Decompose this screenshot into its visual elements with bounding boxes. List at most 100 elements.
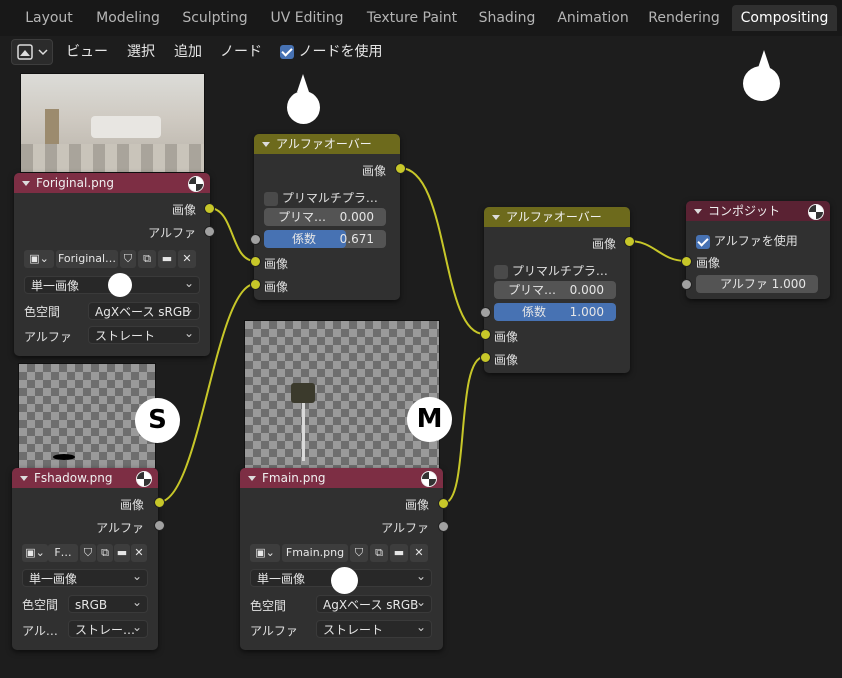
factor-label: 係数 [292, 232, 317, 246]
collapse-icon[interactable] [22, 181, 30, 186]
callout-dot [108, 273, 132, 297]
image-browse-icon[interactable]: ▣⌄ [250, 544, 280, 562]
shadow-alpha-output-socket[interactable] [154, 520, 165, 531]
image-node-main[interactable]: Fmain.png 画像 アルファ ▣⌄ Fmain.png ⛉ ⧉ ▬ ✕ 単… [240, 468, 443, 650]
alphaover1-factor-input-socket[interactable] [250, 234, 261, 245]
image-filename-field[interactable]: Fmain.png [282, 544, 348, 562]
open-folder-icon[interactable]: ▬ [158, 250, 176, 268]
alphaover2-image-input-socket-2[interactable] [480, 352, 491, 363]
link-original-to-alphaover1 [208, 207, 256, 262]
premultiply-toggle[interactable]: プリマルチプラ… [494, 262, 608, 279]
unlink-icon[interactable]: ✕ [178, 250, 196, 268]
collapse-icon[interactable] [262, 142, 270, 147]
alpha-over-node-1[interactable]: アルファオーバー 画像 プリマルチプラ… プリマ… 0.000 係数 0.671… [254, 134, 400, 300]
alpha-mode-dropdown[interactable]: ストレー… [68, 618, 148, 638]
color-space-label: 色空間 [250, 599, 287, 613]
output-image-label: 画像 [171, 203, 196, 217]
node-header[interactable]: コンポジット [686, 201, 830, 221]
output-alpha-label: アルファ [148, 226, 196, 240]
source-dropdown[interactable]: 単一画像 [22, 567, 148, 587]
image-filename-field[interactable]: Foriginal… [56, 250, 118, 268]
input-image-label: 画像 [696, 256, 721, 270]
premul-field[interactable]: プリマ… 0.000 [264, 208, 386, 226]
open-folder-icon[interactable]: ▬ [114, 544, 130, 562]
main-image-preview [244, 320, 440, 470]
composite-node[interactable]: コンポジット アルファを使用 画像 アルファ 1.000 [686, 201, 830, 299]
render-icon [188, 176, 204, 192]
duplicate-icon[interactable]: ⧉ [138, 250, 156, 268]
main-image-output-socket[interactable] [438, 498, 449, 509]
image-node-shadow[interactable]: Fshadow.png 画像 アルファ ▣⌄ F… ⛉ ⧉ ▬ ✕ 単一画像 色… [12, 468, 158, 650]
composite-alpha-input-socket[interactable] [681, 279, 692, 290]
alphaover2-factor-input-socket[interactable] [480, 307, 491, 318]
unlink-icon[interactable]: ✕ [131, 544, 147, 562]
input-image-label-1: 画像 [494, 330, 519, 344]
original-alpha-output-socket[interactable] [204, 226, 215, 237]
alphaover2-image-input-socket-1[interactable] [480, 329, 491, 340]
main-marker: M [407, 397, 452, 442]
premultiply-checkbox[interactable] [494, 264, 508, 279]
node-header[interactable]: Foriginal.png [14, 173, 210, 193]
image-browse-icon[interactable]: ▣⌄ [24, 250, 54, 268]
collapse-icon[interactable] [492, 215, 500, 220]
factor-slider[interactable]: 係数 0.671 [264, 230, 386, 248]
color-space-dropdown[interactable]: AgXベース sRGB [88, 300, 200, 320]
node-title: アルファオーバー [506, 210, 602, 224]
link-main-to-alphaover2 [443, 356, 485, 504]
node-header[interactable]: アルファオーバー [484, 207, 630, 227]
callout-tail [297, 74, 309, 92]
fake-user-icon[interactable]: ⛉ [80, 544, 96, 562]
collapse-icon[interactable] [20, 476, 28, 481]
duplicate-icon[interactable]: ⧉ [370, 544, 388, 562]
node-title: Fshadow.png [34, 471, 113, 485]
unlink-icon[interactable]: ✕ [410, 544, 428, 562]
render-icon [136, 471, 152, 487]
premultiply-checkbox[interactable] [264, 191, 278, 206]
collapse-icon[interactable] [248, 476, 256, 481]
factor-value: 0.671 [339, 232, 374, 246]
color-space-label: 色空間 [24, 305, 61, 319]
callout-circle [287, 91, 320, 124]
alpha-field[interactable]: アルファ 1.000 [696, 275, 818, 293]
alphaover1-image-input-socket-2[interactable] [250, 279, 261, 290]
color-space-dropdown[interactable]: AgXベース sRGB [316, 593, 432, 613]
node-header[interactable]: Fmain.png [240, 468, 443, 488]
color-space-dropdown[interactable]: sRGB [68, 593, 148, 613]
factor-slider[interactable]: 係数 1.000 [494, 303, 616, 321]
image-node-original[interactable]: Foriginal.png 画像 アルファ ▣⌄ Foriginal… ⛉ ⧉ … [14, 173, 210, 356]
original-image-output-socket[interactable] [204, 203, 215, 214]
alpha-mode-dropdown[interactable]: ストレート [88, 324, 200, 344]
node-header[interactable]: Fshadow.png [12, 468, 158, 488]
output-image-label: 画像 [119, 498, 144, 512]
alphaover1-image-output-socket[interactable] [395, 163, 406, 174]
factor-label: 係数 [522, 305, 547, 319]
open-folder-icon[interactable]: ▬ [390, 544, 408, 562]
collapse-icon[interactable] [694, 209, 702, 214]
image-browse-icon[interactable]: ▣⌄ [22, 544, 48, 562]
alpha-mode-dropdown[interactable]: ストレート [316, 618, 432, 638]
shadow-image-output-socket[interactable] [154, 497, 165, 508]
alpha-over-node-2[interactable]: アルファオーバー 画像 プリマルチプラ… プリマ… 0.000 係数 1.000… [484, 207, 630, 373]
node-header[interactable]: アルファオーバー [254, 134, 400, 154]
fake-user-icon[interactable]: ⛉ [350, 544, 368, 562]
color-space-label: 色空間 [22, 598, 59, 612]
fake-user-icon[interactable]: ⛉ [120, 250, 136, 268]
input-image-label-1: 画像 [264, 257, 289, 271]
alphaover1-image-input-socket-1[interactable] [250, 256, 261, 267]
use-alpha-toggle[interactable]: アルファを使用 [696, 232, 798, 249]
premul-field[interactable]: プリマ… 0.000 [494, 281, 616, 299]
render-icon [421, 471, 437, 487]
use-alpha-checkbox[interactable] [696, 234, 710, 249]
alpha-value: 1.000 [771, 277, 806, 291]
use-alpha-label: アルファを使用 [713, 234, 798, 248]
node-title: コンポジット [708, 204, 781, 218]
duplicate-icon[interactable]: ⧉ [97, 544, 113, 562]
output-image-label: 画像 [591, 237, 616, 251]
image-filename-field[interactable]: F… [48, 544, 78, 562]
main-alpha-output-socket[interactable] [438, 521, 449, 532]
premultiply-toggle[interactable]: プリマルチプラ… [264, 189, 378, 206]
composite-image-input-socket[interactable] [681, 256, 692, 267]
alpha-field-label: アルファ [720, 277, 768, 291]
alphaover2-image-output-socket[interactable] [624, 236, 635, 247]
premultiply-label: プリマルチプラ… [511, 264, 608, 278]
